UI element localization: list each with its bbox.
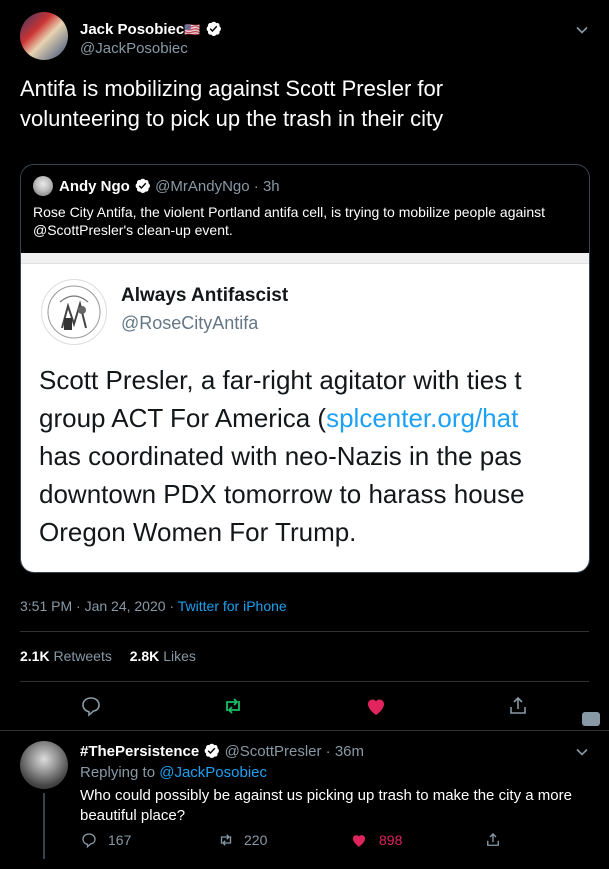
reply-icon[interactable] [79, 694, 103, 718]
rosecity-name: Always Antifascist [121, 285, 289, 306]
like-icon[interactable] [364, 694, 388, 718]
verified-badge-icon [206, 21, 221, 37]
retweet-icon[interactable] [221, 694, 245, 718]
tweet-stats: 2.1K Retweets 2.8K Likes [20, 648, 196, 664]
thread-divider [0, 730, 609, 731]
author-handle[interactable]: @JackPosobiec [80, 40, 188, 57]
quoted-text: Rose City Antifa, the violent Portland a… [33, 204, 546, 238]
replying-to-link[interactable]: @JackPosobiec [159, 764, 267, 781]
reply-avatar[interactable] [20, 741, 68, 789]
reply-handle[interactable]: @ScottPresler [225, 743, 322, 760]
tweet-text: Antifa is mobilizing against Scott Presl… [20, 76, 444, 131]
chevron-down-icon[interactable] [574, 22, 590, 38]
rosecity-line: has coordinated with neo-Nazis in the pa… [39, 441, 522, 471]
image-top-divider [21, 253, 589, 264]
reply-actions: 167 220 898 [80, 830, 580, 852]
verified-badge-icon [205, 743, 220, 759]
reply-author-name[interactable]: #ThePersistence [80, 743, 199, 760]
retweet-icon[interactable] [216, 831, 236, 849]
chevron-down-icon[interactable] [574, 744, 590, 760]
divider [20, 681, 589, 682]
rosecity-line: Oregon Women For Trump. [39, 517, 357, 547]
quoted-handle: @MrAndyNgo [155, 178, 250, 195]
tweet-client[interactable]: Twitter for iPhone [178, 598, 287, 614]
rosecity-logo [41, 279, 107, 345]
quoted-author-name: Andy Ngo [59, 178, 130, 195]
logo-drawing-icon [47, 285, 101, 339]
splcenter-link: splcenter.org/hat [326, 403, 519, 433]
quoted-avatar [33, 176, 53, 196]
reply-count: 167 [108, 832, 132, 848]
retweets-stat[interactable]: 2.1K Retweets [20, 648, 112, 664]
rosecity-handle: @RoseCityAntifa [121, 313, 259, 333]
avatar[interactable] [20, 12, 68, 60]
like-icon[interactable] [350, 831, 368, 849]
likes-stat[interactable]: 2.8K Likes [130, 648, 196, 664]
reply-icon[interactable] [80, 831, 98, 849]
rosecity-text: Scott Presler, a far-right agitator with… [39, 361, 589, 551]
rosecity-line: Scott Presler, a far-right agitator with… [39, 365, 522, 395]
reply-header: #ThePersistence @ScottPresler · 36m [80, 742, 364, 760]
author-name[interactable]: Jack Posobiec🇺🇸 [80, 20, 222, 38]
divider [20, 631, 589, 632]
rosecity-line: group ACT For America (splcenter.org/hat [39, 403, 519, 433]
rosecity-line: downtown PDX tomorrow to harass house [39, 479, 525, 509]
like-count: 898 [379, 832, 403, 848]
thread-line [43, 793, 45, 859]
reply-time[interactable]: · 36m [326, 743, 364, 760]
reply-text: Who could possibly be against us picking… [80, 787, 572, 824]
retweet-count: 220 [244, 832, 268, 848]
share-icon[interactable] [506, 694, 530, 718]
tweet-timestamp[interactable]: 3:51 PM · Jan 24, 2020 · Twitter for iPh… [20, 598, 287, 614]
quoted-author: Andy Ngo @MrAndyNgo · 3h [59, 177, 280, 195]
verified-badge-icon [135, 178, 150, 194]
flag-icon: 🇺🇸 [184, 22, 201, 37]
quoted-tweet-card[interactable]: Andy Ngo @MrAndyNgo · 3h Rose City Antif… [20, 164, 590, 573]
message-bubble-icon[interactable] [582, 712, 600, 726]
replying-to: Replying to @JackPosobiec [80, 764, 267, 781]
quoted-image[interactable]: Always Antifascist @RoseCityAntifa Scott… [21, 253, 589, 572]
quoted-time: · 3h [253, 178, 280, 195]
share-icon[interactable] [484, 831, 502, 849]
